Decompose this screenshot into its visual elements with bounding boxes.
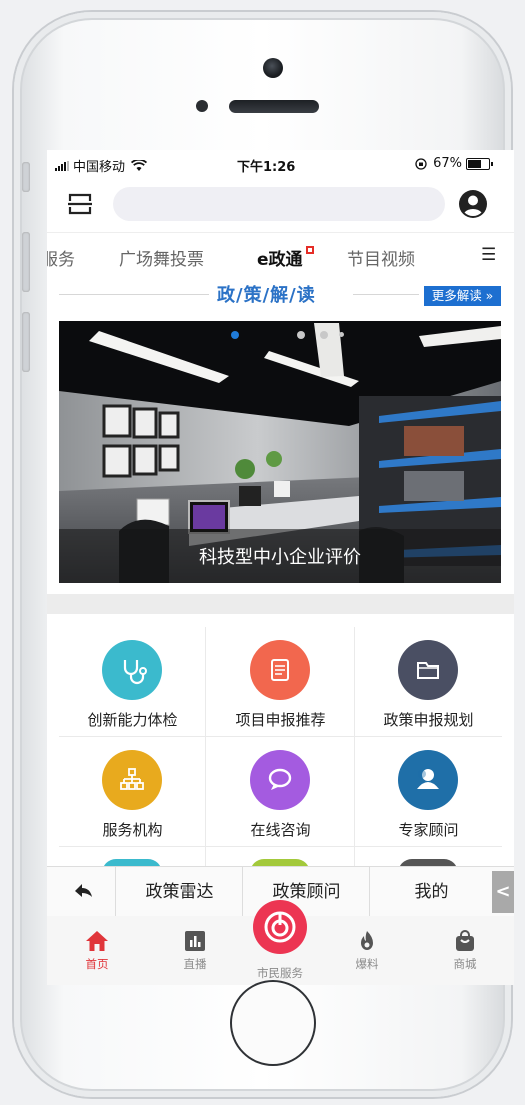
nav-label: 直播: [183, 957, 207, 971]
divider-right: [353, 294, 419, 295]
grid-item-label: 创新能力体检: [87, 711, 178, 729]
wifi-icon: [131, 159, 148, 171]
flame-icon: [361, 931, 373, 950]
grid-item-label: 项目申报推荐: [235, 711, 326, 729]
carousel-dot[interactable]: [320, 331, 328, 339]
volume-up-button: [22, 232, 30, 292]
stethoscope-icon: [102, 640, 162, 700]
status-bar: 中国移动 下午1:26 67%: [47, 150, 514, 178]
volume-down-button: [22, 312, 30, 372]
carousel-dot[interactable]: [297, 331, 305, 339]
nav-mall[interactable]: 商城: [425, 930, 505, 972]
user-avatar-icon[interactable]: [458, 189, 488, 219]
carousel-dot[interactable]: [231, 331, 239, 339]
nav-tips[interactable]: 爆料: [327, 930, 407, 972]
divider-left: [59, 294, 209, 295]
nav-label: 首页: [85, 957, 109, 971]
carousel-dot[interactable]: [339, 332, 344, 337]
nav-citizen-service-label[interactable]: 市民服务: [240, 965, 320, 981]
grid-item-label: 在线咨询: [250, 821, 311, 839]
folder-icon: [398, 640, 458, 700]
home-icon: [86, 931, 108, 951]
grid-item-project-recommend[interactable]: 项目申报推荐: [207, 627, 354, 737]
tab-service[interactable]: 服务: [47, 245, 75, 270]
orientation-lock-icon: [415, 157, 427, 170]
nav-label: 爆料: [355, 957, 379, 971]
tab-label: e政通: [257, 250, 303, 270]
mute-switch: [22, 162, 30, 192]
grid-item-label: 政策申报规划: [383, 711, 474, 729]
battery-percent: 67%: [433, 156, 462, 171]
document-icon: [250, 640, 310, 700]
back-arrow-icon[interactable]: [47, 867, 115, 917]
menu-mine[interactable]: 我的: [369, 867, 493, 917]
scan-menu-icon[interactable]: [67, 192, 93, 216]
status-time: 下午1:26: [237, 160, 296, 175]
shopping-bag-icon: [456, 930, 474, 951]
more-interpretation-button[interactable]: 更多解读 »: [424, 286, 501, 306]
signal-icon: [55, 160, 70, 171]
earpiece-speaker: [229, 100, 319, 113]
tab-square-dance-vote[interactable]: 广场舞投票: [119, 245, 204, 270]
org-chart-icon: [102, 750, 162, 810]
front-camera: [263, 58, 283, 78]
policy-section-header: 政/策/解/读 更多解读 »: [47, 278, 514, 312]
tab-program-video[interactable]: 节目视频: [347, 245, 415, 270]
nav-label: 商城: [453, 957, 477, 971]
search-input[interactable]: [113, 187, 445, 221]
section-divider: [47, 594, 514, 614]
chat-bubble-icon: [250, 750, 310, 810]
nav-live[interactable]: 直播: [155, 930, 235, 972]
grid-item-service-agency[interactable]: 服务机构: [59, 737, 206, 847]
nav-home[interactable]: 首页: [57, 930, 137, 972]
grid-item-innovation-check[interactable]: 创新能力体检: [59, 627, 206, 737]
tab-e-zhengtong[interactable]: e政通: [257, 245, 314, 270]
citizen-service-icon[interactable]: [253, 900, 307, 954]
bottom-navigation: 首页 直播 市民服务 爆料 商城: [47, 900, 514, 985]
category-tabs: 服务 广场舞投票 e政通 节目视频 ☰: [47, 232, 514, 279]
chart-icon: [185, 931, 205, 951]
grid-item-expert-advisor[interactable]: 专家顾问: [355, 737, 502, 847]
app-header: [47, 178, 514, 232]
proximity-sensor: [196, 100, 208, 112]
menu-collapse-button[interactable]: <: [492, 871, 514, 913]
grid-item-label: 服务机构: [102, 821, 163, 839]
carrier-name: 中国移动: [73, 160, 126, 175]
banner-caption: 科技型中小企业评价: [199, 547, 361, 568]
battery-icon: [466, 157, 493, 170]
new-badge: [305, 246, 314, 254]
expert-icon: [398, 750, 458, 810]
tabs-more-icon[interactable]: ☰: [481, 245, 496, 265]
grid-item-online-consult[interactable]: 在线咨询: [207, 737, 354, 847]
grid-item-label: 专家顾问: [398, 821, 459, 839]
home-button[interactable]: [230, 980, 316, 1066]
phone-screen: 中国移动 下午1:26 67% 服务 广场舞投票 e政通 节目视频 ☰ 政/策/…: [47, 150, 514, 985]
grid-item-policy-plan[interactable]: 政策申报规划: [355, 627, 502, 737]
menu-policy-radar[interactable]: 政策雷达: [115, 867, 243, 917]
policy-title: 政/策/解/读: [217, 285, 316, 306]
banner-carousel[interactable]: 科技型中小企业评价: [59, 321, 501, 583]
